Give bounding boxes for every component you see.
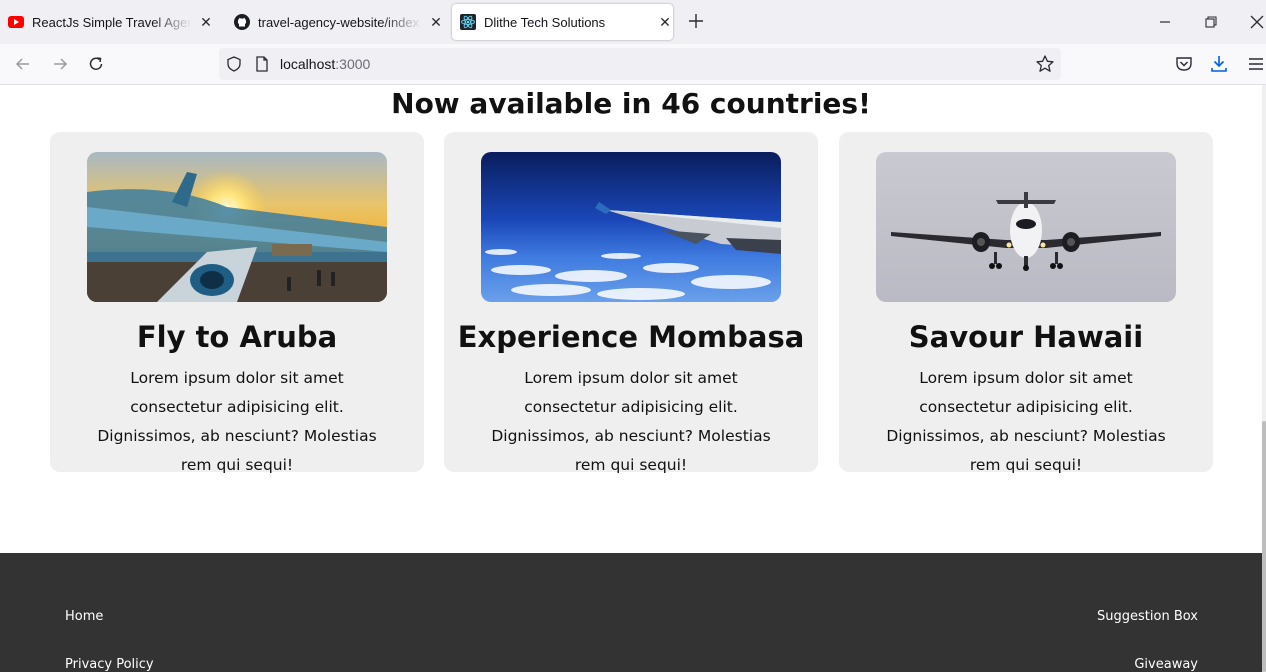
- scrollbar-thumb[interactable]: [1262, 421, 1266, 672]
- footer-link-privacy-policy[interactable]: Privacy Policy: [65, 657, 154, 672]
- forward-arrow-icon[interactable]: [49, 53, 71, 75]
- card-text: Lorem ipsum dolor sit amet consectetur a…: [97, 369, 377, 474]
- site-footer: Home Privacy Policy Suggestion Box Givea…: [0, 553, 1262, 672]
- url-host: localhost: [280, 56, 336, 72]
- react-icon: [460, 14, 476, 30]
- tab-title: Dlithe Tech Solutions: [484, 14, 606, 30]
- github-icon: [234, 14, 250, 30]
- bookmark-star-icon[interactable]: [1035, 54, 1055, 74]
- close-tab-icon[interactable]: ✕: [428, 14, 444, 31]
- tab-title: ReactJs Simple Travel Agency La: [32, 14, 192, 30]
- minimize-window-icon[interactable]: [1154, 11, 1176, 33]
- new-tab-plus-icon[interactable]: [685, 10, 707, 32]
- close-tab-icon[interactable]: ✕: [198, 14, 214, 31]
- close-tab-icon[interactable]: ✕: [657, 14, 673, 31]
- tab-youtube[interactable]: ReactJs Simple Travel Agency La ✕: [8, 4, 216, 40]
- tab-github[interactable]: travel-agency-website/index.css ✕: [234, 4, 444, 40]
- page-icon[interactable]: [253, 55, 271, 73]
- pocket-icon[interactable]: [1173, 53, 1195, 75]
- url-port: :3000: [335, 56, 371, 72]
- destination-card: Fly to Aruba Lorem ipsum dolor sit amet …: [50, 132, 424, 474]
- page-headline: Now available in 46 countries!: [391, 87, 871, 120]
- downloads-icon[interactable]: [1208, 53, 1230, 75]
- youtube-icon: [8, 16, 24, 28]
- card-title: Fly to Aruba: [136, 320, 338, 354]
- card-title: Experience Mombasa: [457, 320, 805, 354]
- tab-dlithe[interactable]: Dlithe Tech Solutions ✕: [452, 4, 673, 40]
- footer-link-suggestion-box[interactable]: Suggestion Box: [1097, 609, 1198, 624]
- tab-title: travel-agency-website/index.css: [258, 14, 422, 30]
- destination-card: Experience Mombasa Lorem ipsum dolor sit…: [444, 132, 818, 474]
- footer-link-giveaway[interactable]: Giveaway: [1134, 657, 1198, 672]
- destination-card: Savour Hawaii Lorem ipsum dolor sit amet…: [839, 132, 1213, 474]
- airplane-front-view-photo: [876, 152, 1176, 302]
- restore-window-icon[interactable]: [1200, 11, 1222, 33]
- url-text[interactable]: localhost:3000: [280, 56, 370, 72]
- airplane-wing-above-clouds-photo: [481, 152, 781, 302]
- card-title: Savour Hawaii: [908, 320, 1144, 354]
- card-text: Lorem ipsum dolor sit amet consectetur a…: [886, 369, 1166, 474]
- hamburger-menu-icon[interactable]: [1245, 53, 1266, 75]
- reload-icon[interactable]: [85, 53, 107, 75]
- back-arrow-icon[interactable]: [12, 53, 34, 75]
- browser-tab-bar: ReactJs Simple Travel Agency La ✕ travel…: [0, 0, 1266, 44]
- browser-nav-bar: localhost:3000: [0, 44, 1266, 85]
- airplane-at-sunset-photo: [87, 152, 387, 302]
- page-viewport: Now available in 46 countries! Fly to Ar…: [0, 85, 1266, 672]
- close-window-icon[interactable]: [1246, 11, 1266, 33]
- url-bar[interactable]: localhost:3000: [219, 48, 1061, 80]
- footer-link-home[interactable]: Home: [65, 609, 103, 624]
- card-text: Lorem ipsum dolor sit amet consectetur a…: [491, 369, 771, 474]
- shield-icon[interactable]: [225, 55, 243, 73]
